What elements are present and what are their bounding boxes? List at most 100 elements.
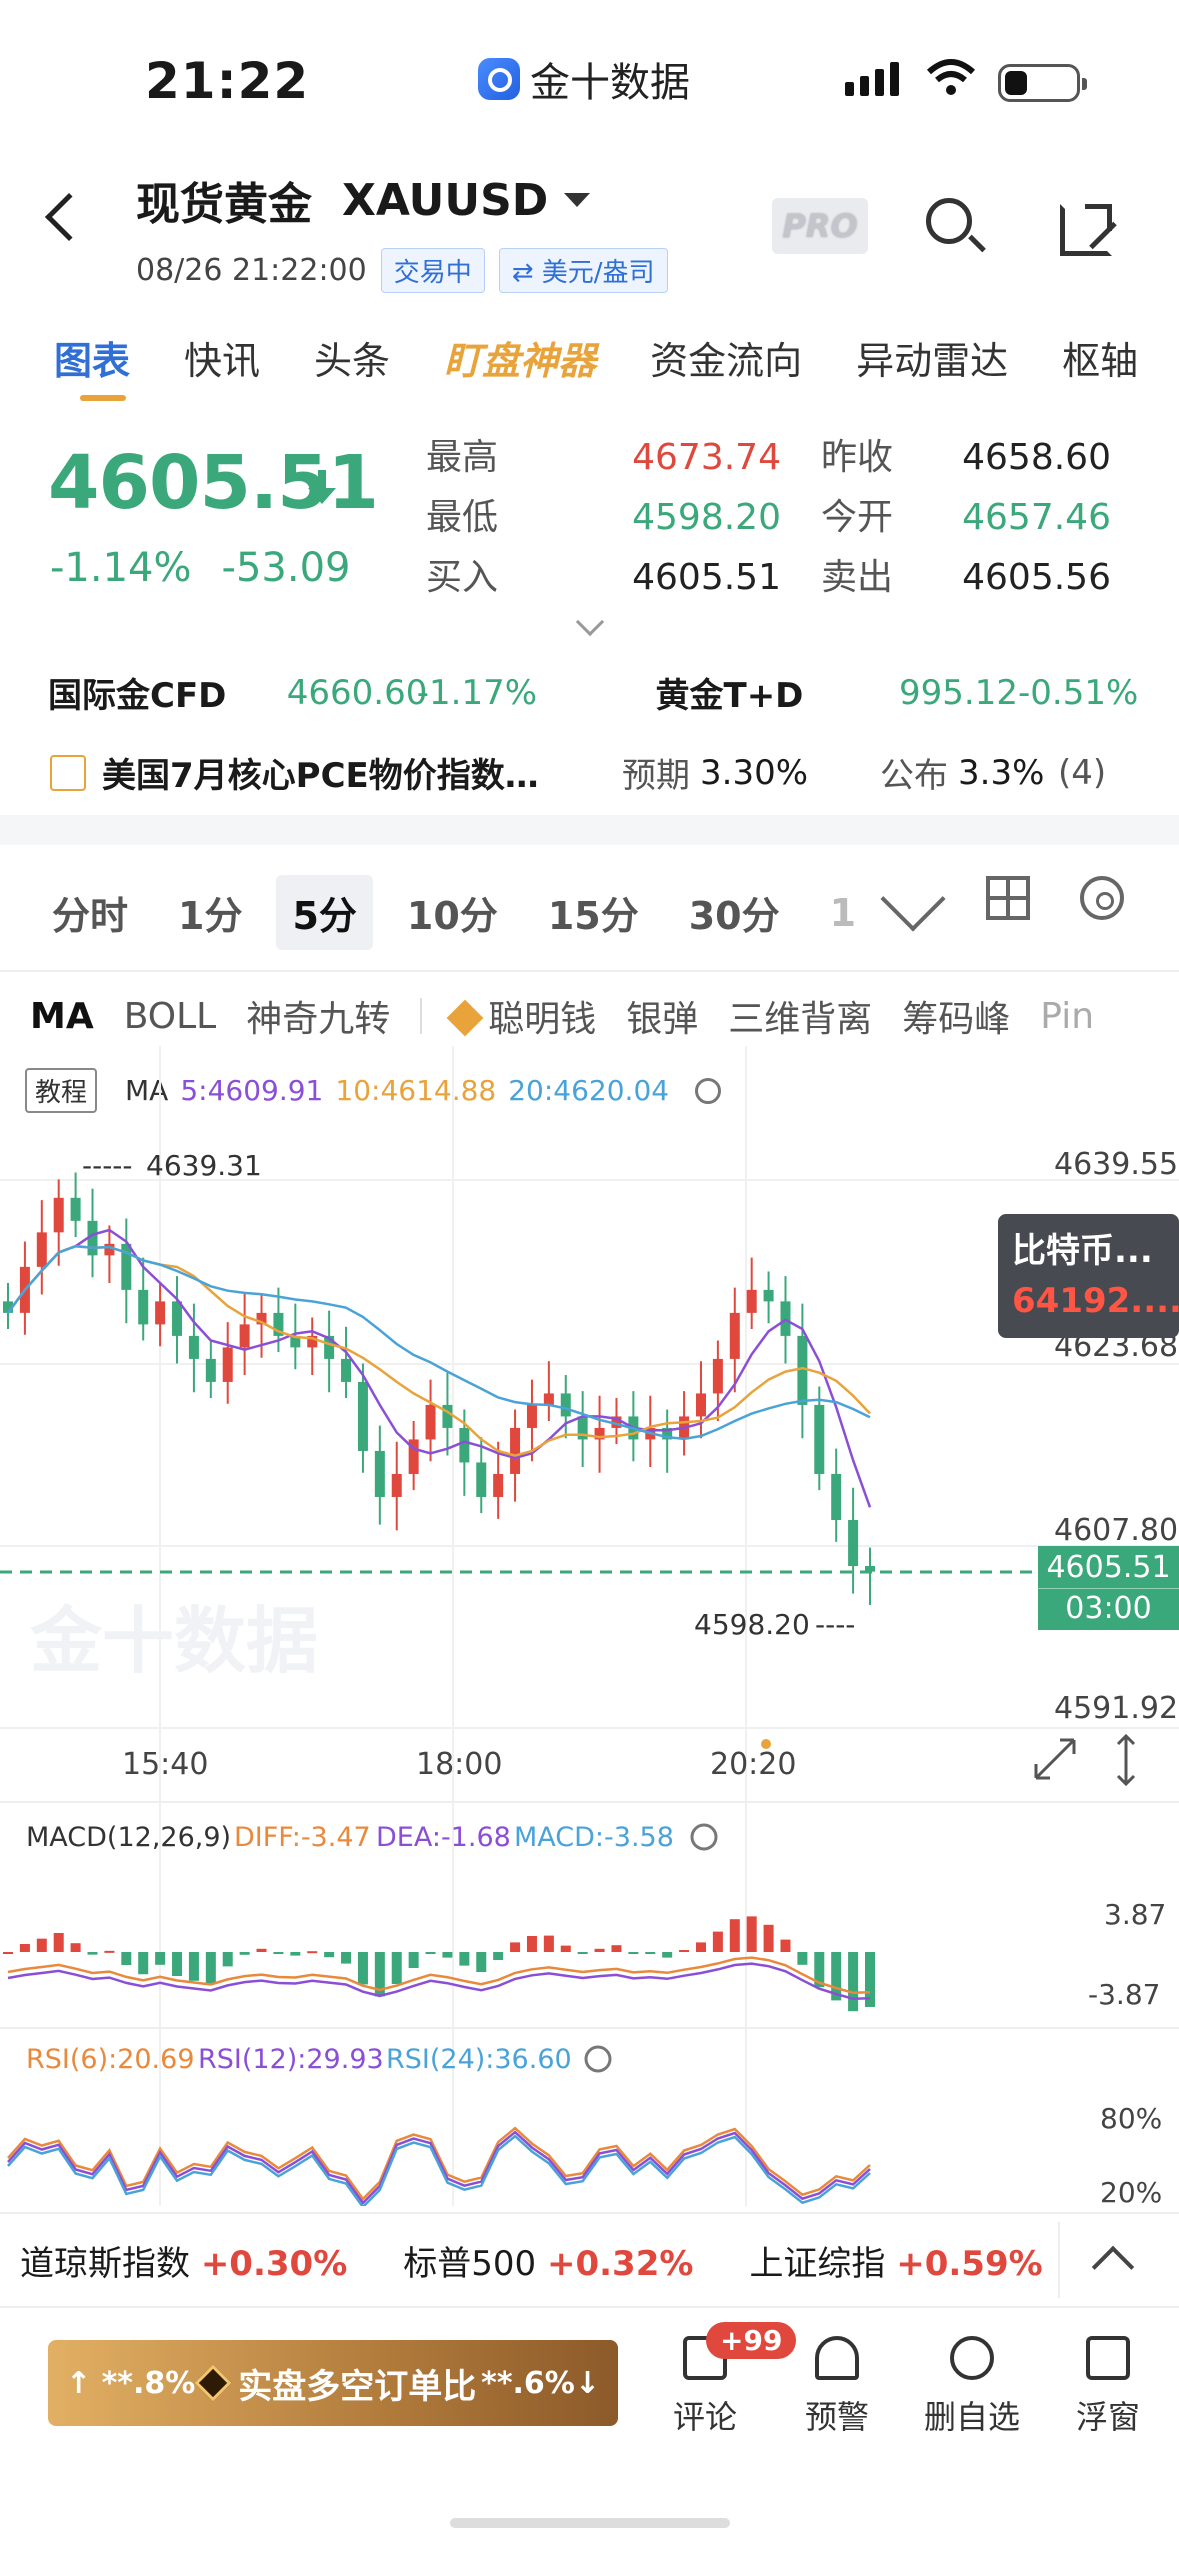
- tab-chart[interactable]: 图表: [54, 330, 130, 385]
- float-window-button[interactable]: 浮窗: [1048, 2336, 1168, 2438]
- tab-fund-flow[interactable]: 资金流向: [650, 330, 802, 385]
- fullscreen-icon[interactable]: [1034, 1738, 1076, 1780]
- index-sse[interactable]: 上证综指 +0.59%: [749, 2236, 1042, 2285]
- macd-bar: [172, 1952, 183, 1976]
- short-ratio: **.6%↓: [481, 2365, 600, 2401]
- ma5-line: [6, 1228, 872, 1508]
- pro-button[interactable]: PRO: [772, 198, 868, 254]
- layout-grid-icon[interactable]: [986, 876, 1030, 920]
- period-more[interactable]: 1: [814, 881, 872, 945]
- macd-bar: [341, 1952, 352, 1964]
- price-change: -1.14% -53.09: [50, 545, 350, 591]
- cfd-name[interactable]: 国际金CFD: [48, 668, 287, 717]
- low-value: 4598.20: [632, 497, 781, 538]
- indicator-td9[interactable]: 神奇九转: [246, 990, 390, 1042]
- quote-grid: 最高 4673.74 昨收 4658.60 最低 4598.20 今开 4657…: [426, 435, 1111, 601]
- ma10-line: [6, 1244, 871, 1457]
- indicator-smart-money[interactable]: 聪明钱: [446, 990, 596, 1042]
- trend-icon: [50, 754, 86, 791]
- remove-watchlist-button[interactable]: 删自选: [912, 2336, 1032, 2438]
- currency-toggle[interactable]: ⇄ 美元/盎司: [498, 248, 668, 293]
- index-sse-name: 上证综指: [749, 2243, 886, 2284]
- macd-bar: [19, 1944, 30, 1952]
- macd-label: MACD(12,26,9): [26, 1822, 231, 1853]
- share-icon[interactable]: [1060, 204, 1112, 256]
- draw-tool-icon[interactable]: [880, 866, 946, 932]
- candle-body: [459, 1427, 470, 1463]
- back-button[interactable]: [44, 192, 94, 242]
- period-1m[interactable]: 1分: [162, 875, 258, 950]
- candle-body: [172, 1301, 183, 1336]
- search-icon[interactable]: [926, 198, 972, 244]
- rsi-settings-icon[interactable]: [584, 2045, 612, 2073]
- macd-top: 3.87: [1104, 1898, 1166, 1931]
- indicator-ma[interactable]: MA: [30, 996, 94, 1037]
- rsi24: RSI(24):36.60: [386, 2044, 572, 2075]
- indicator-boll[interactable]: BOLL: [124, 996, 217, 1037]
- macd-settings-icon[interactable]: [690, 1823, 718, 1851]
- index-ticker[interactable]: 道琼斯指数 +0.30% 标普500 +0.32% 上证综指 +0.59%: [0, 2212, 1179, 2308]
- macd-value: MACD:-3.58: [514, 1822, 674, 1853]
- index-sp500[interactable]: 标普500 +0.32%: [403, 2236, 693, 2285]
- settings-hex-icon[interactable]: [1080, 876, 1124, 920]
- td-name[interactable]: 黄金T+D: [656, 668, 900, 717]
- macd-bar: [256, 1948, 267, 1952]
- trading-status-badge: 交易中: [380, 248, 485, 293]
- period-5m[interactable]: 5分: [276, 875, 373, 950]
- candle-body: [239, 1324, 250, 1348]
- remove-label: 删自选: [923, 2398, 1020, 2436]
- status-time: 21:22: [145, 52, 310, 110]
- time-tick-3: 20:20: [710, 1747, 796, 1782]
- macd-bar: [36, 1938, 47, 1952]
- chevron-down-icon[interactable]: [564, 193, 591, 207]
- macd-bar: [848, 1952, 859, 2012]
- alert-label: 预警: [804, 2398, 869, 2436]
- index-sse-pct: +0.59%: [896, 2243, 1043, 2284]
- indicator-pin[interactable]: Pin: [1040, 996, 1094, 1037]
- bid-value: 4605.51: [632, 557, 781, 598]
- indicator-divergence[interactable]: 三维背离: [728, 990, 872, 1042]
- high-annotation-dash: -----: [82, 1149, 133, 1182]
- candle-body: [138, 1289, 149, 1325]
- period-tick[interactable]: 分时: [36, 875, 144, 950]
- macd-bar: [729, 1919, 740, 1952]
- tab-pivot[interactable]: 枢轴: [1062, 330, 1138, 385]
- long-short-ratio-banner[interactable]: ↑ **.8% 实盘多空订单比 **.6%↓: [48, 2340, 618, 2426]
- tab-headlines[interactable]: 头条: [314, 330, 390, 385]
- period-30m[interactable]: 30分: [673, 875, 796, 950]
- period-15m[interactable]: 15分: [532, 875, 655, 950]
- publish-label: 公布: [880, 756, 948, 796]
- tab-radar[interactable]: 异动雷达: [856, 330, 1008, 385]
- macd-diff-line: [7, 1956, 871, 1995]
- candle-body: [560, 1393, 571, 1417]
- jin10-logo-icon: [478, 58, 520, 100]
- publish-value: 3.3%: [958, 752, 1045, 793]
- macd-bar: [307, 1951, 318, 1954]
- indicator-chip-peak[interactable]: 筹码峰: [902, 990, 1010, 1042]
- td-percent: -0.51%: [1018, 672, 1139, 713]
- banner-title-wrap: 实盘多空订单比: [194, 2359, 476, 2408]
- expand-chevron-icon[interactable]: [575, 607, 605, 637]
- candle-body: [746, 1289, 757, 1313]
- float-window-icon: [1086, 2336, 1130, 2380]
- arrow-down-icon: [308, 470, 336, 504]
- btc-floating-quote[interactable]: 比特币... 64192....: [998, 1214, 1179, 1338]
- indicator-silver-bullet[interactable]: 银弹: [626, 990, 698, 1042]
- candle-body: [510, 1427, 521, 1474]
- tab-watch-tool[interactable]: 盯盘神器: [444, 330, 596, 385]
- candle-body: [476, 1462, 487, 1497]
- vertical-resize-icon[interactable]: [1116, 1733, 1136, 1787]
- period-10m[interactable]: 10分: [391, 875, 514, 950]
- economic-event[interactable]: 美国7月核心PCE物价指数… 预期 3.30% 公布 3.3% (4): [50, 748, 1130, 797]
- alert-button[interactable]: 预警: [777, 2336, 897, 2438]
- index-dow[interactable]: 道琼斯指数 +0.30%: [20, 2236, 347, 2285]
- tab-flash[interactable]: 快讯: [184, 330, 260, 385]
- rsi-top: 80%: [1100, 2102, 1162, 2135]
- rsi-bottom: 20%: [1100, 2176, 1162, 2206]
- candle-body: [53, 1197, 64, 1233]
- ask-label: 卖出: [821, 557, 894, 598]
- macd-bar: [290, 1952, 301, 1956]
- float-label: 浮窗: [1075, 2398, 1140, 2436]
- instrument-title[interactable]: 现货黄金 XAUUSD: [136, 168, 591, 232]
- macd-bottom: -3.87: [1088, 1978, 1160, 2011]
